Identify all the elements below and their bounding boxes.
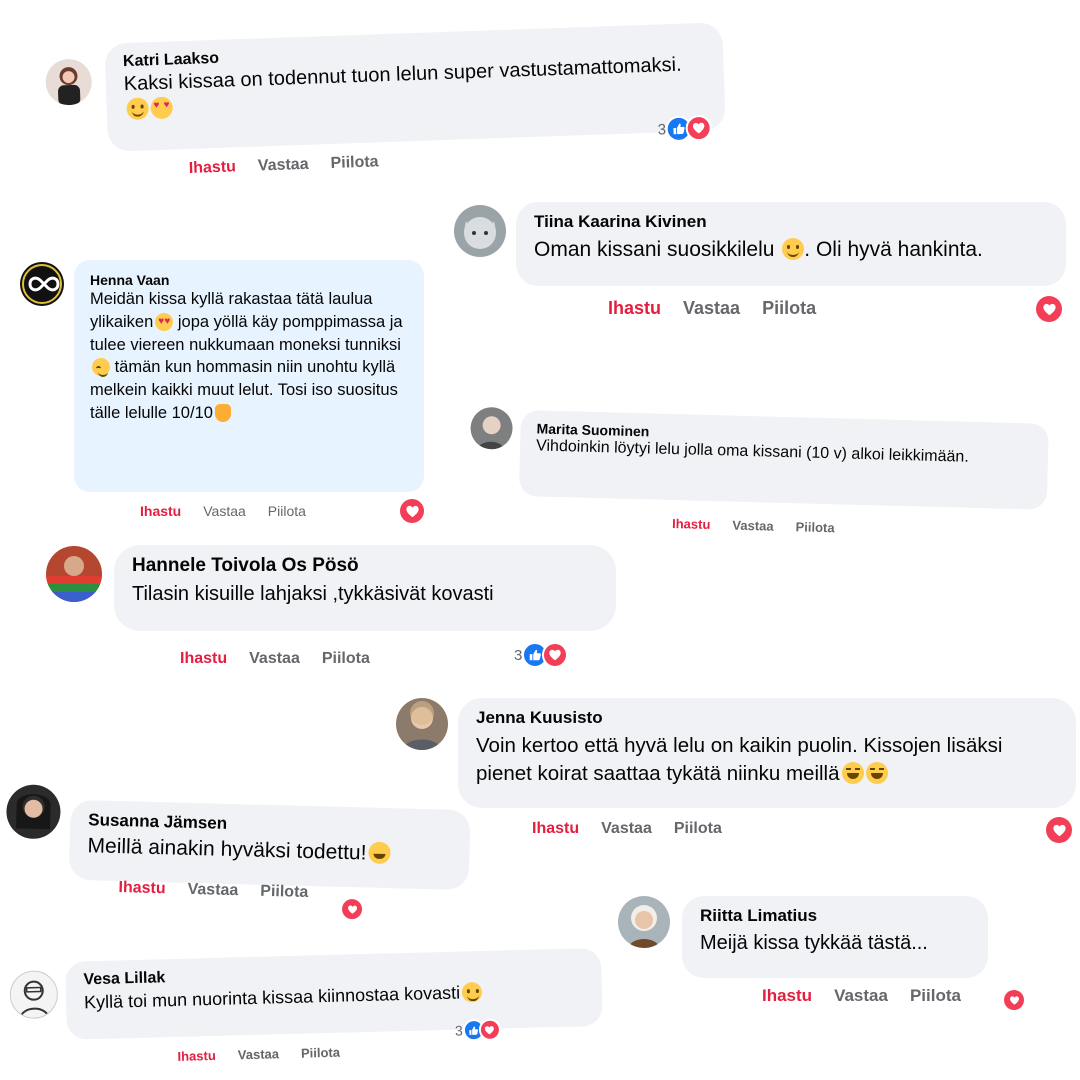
heart-eyes-emoji-icon (150, 96, 174, 120)
comment-actions: Ihastu Vastaa Piilota (608, 298, 838, 319)
hide-button[interactable]: Piilota (301, 1045, 340, 1061)
hide-button[interactable]: Piilota (795, 519, 834, 535)
heart-icon (478, 1018, 502, 1042)
comment-bubble: Katri Laakso Kaksi kissaa on todennut tu… (104, 22, 726, 152)
like-button[interactable]: Ihastu (672, 516, 711, 532)
hide-button[interactable]: Piilota (322, 650, 370, 667)
comment-text: Oman kissani suosikkilelu . Oli hyvä han… (534, 238, 983, 261)
hide-button[interactable]: Piilota (674, 820, 722, 837)
reaction-summary[interactable]: 3 (657, 114, 713, 143)
smiling-emoji-icon (461, 981, 483, 1003)
reply-button[interactable]: Vastaa (683, 298, 740, 318)
reply-button[interactable]: Vastaa (258, 156, 309, 175)
heart-icon[interactable] (1036, 296, 1062, 322)
like-button[interactable]: Ihastu (140, 503, 181, 519)
comment-bubble: Henna Vaan Meidän kissa kyllä rakastaa t… (74, 260, 424, 492)
reaction-summary[interactable]: 3 (454, 1018, 502, 1042)
heart-icon (542, 642, 569, 668)
comment-text: Meidän kissa kyllä rakastaa tätä laulua … (90, 288, 408, 425)
avatar[interactable] (46, 546, 102, 602)
hide-button[interactable]: Piilota (330, 153, 379, 172)
comment-actions: Ihastu Vastaa Piilota (177, 1044, 362, 1064)
avatar[interactable] (20, 262, 64, 306)
comment-actions: Ihastu Vastaa Piilota (762, 986, 983, 1006)
comment-text: Meijä kissa tykkää tästä... (700, 932, 928, 954)
smile-emoji-icon (126, 97, 150, 121)
comment-actions: Ihastu Vastaa Piilota (188, 153, 400, 178)
comment-actions: Ihastu Vastaa Piilota (180, 650, 392, 668)
like-button[interactable]: Ihastu (608, 298, 661, 318)
comment-actions: Ihastu Vastaa Piilota (140, 503, 328, 519)
like-button[interactable]: Ihastu (177, 1048, 216, 1064)
hide-button[interactable]: Piilota (268, 503, 306, 519)
reaction-summary[interactable]: 3 (514, 642, 569, 668)
crying-laughing-cat-emoji-icon (368, 841, 391, 865)
smiling-cat-heart-eyes-emoji-icon (155, 312, 174, 331)
like-button[interactable]: Ihastu (532, 820, 579, 837)
avatar[interactable] (44, 58, 93, 106)
like-button[interactable]: Ihastu (118, 879, 166, 897)
comment-bubble: Tiina Kaarina Kivinen Oman kissani suosi… (516, 202, 1066, 286)
comment-bubble: Vesa Lillak Kyllä toi mun nuorinta kissa… (65, 947, 603, 1040)
like-button[interactable]: Ihastu (762, 986, 812, 1005)
comment-author[interactable]: Riitta Limatius (700, 906, 970, 926)
reply-button[interactable]: Vastaa (834, 986, 888, 1005)
comment-bubble: Riitta Limatius Meijä kissa tykkää tästä… (682, 896, 988, 978)
like-button[interactable]: Ihastu (180, 650, 227, 667)
reply-button[interactable]: Vastaa (238, 1046, 280, 1062)
reaction-count: 3 (514, 646, 523, 664)
heart-icon[interactable] (1046, 817, 1072, 843)
comment-bubble: Hannele Toivola Os Pösö Tilasin kisuille… (114, 545, 616, 631)
comment-text: Tilasin kisuille lahjaksi ,tykkäsivät ko… (132, 583, 494, 605)
avatar[interactable] (618, 896, 670, 948)
like-button[interactable]: Ihastu (188, 158, 236, 177)
avatar[interactable] (470, 406, 514, 450)
rolling-laughing-emoji-icon (841, 761, 864, 784)
smile-emoji-icon (782, 238, 805, 260)
blushing-emoji-icon (92, 358, 110, 378)
heart-icon[interactable] (400, 499, 424, 523)
comment-text: Voin kertoo että hyvä lelu on kaikin puo… (476, 734, 1003, 785)
comment-author[interactable]: Tiina Kaarina Kivinen (534, 212, 1048, 232)
heart-icon (685, 114, 713, 142)
reaction-count: 3 (657, 120, 667, 139)
comment-actions: Ihastu Vastaa Piilota (672, 516, 857, 536)
reply-button[interactable]: Vastaa (732, 518, 774, 534)
comment-actions: Ihastu Vastaa Piilota (532, 820, 744, 838)
hide-button[interactable]: Piilota (762, 298, 816, 318)
comment-author[interactable]: Henna Vaan (90, 272, 408, 288)
comment-author[interactable]: Hannele Toivola Os Pösö (132, 555, 598, 577)
reply-button[interactable]: Vastaa (601, 820, 652, 837)
heart-icon[interactable] (1004, 990, 1024, 1010)
comment-bubble: Susanna Jämsen Meillä ainakin hyväksi to… (68, 799, 471, 891)
heart-icon[interactable] (341, 898, 363, 920)
rolling-laughing-emoji-icon (865, 761, 888, 784)
avatar[interactable] (396, 698, 448, 750)
reply-button[interactable]: Vastaa (249, 650, 300, 667)
comment-bubble: Marita Suominen Vihdoinkin löytyi lelu j… (518, 410, 1049, 510)
avatar[interactable] (454, 205, 506, 257)
comment-author[interactable]: Jenna Kuusisto (476, 708, 1058, 728)
comment-bubble: Jenna Kuusisto Voin kertoo että hyvä lel… (458, 698, 1076, 808)
reply-button[interactable]: Vastaa (203, 503, 246, 519)
hide-button[interactable]: Piilota (260, 883, 308, 901)
avatar[interactable] (5, 784, 62, 840)
avatar[interactable] (9, 970, 59, 1020)
ok-hand-emoji-icon (214, 403, 231, 422)
reply-button[interactable]: Vastaa (187, 881, 238, 899)
reaction-count: 3 (454, 1022, 463, 1039)
hide-button[interactable]: Piilota (910, 986, 961, 1005)
